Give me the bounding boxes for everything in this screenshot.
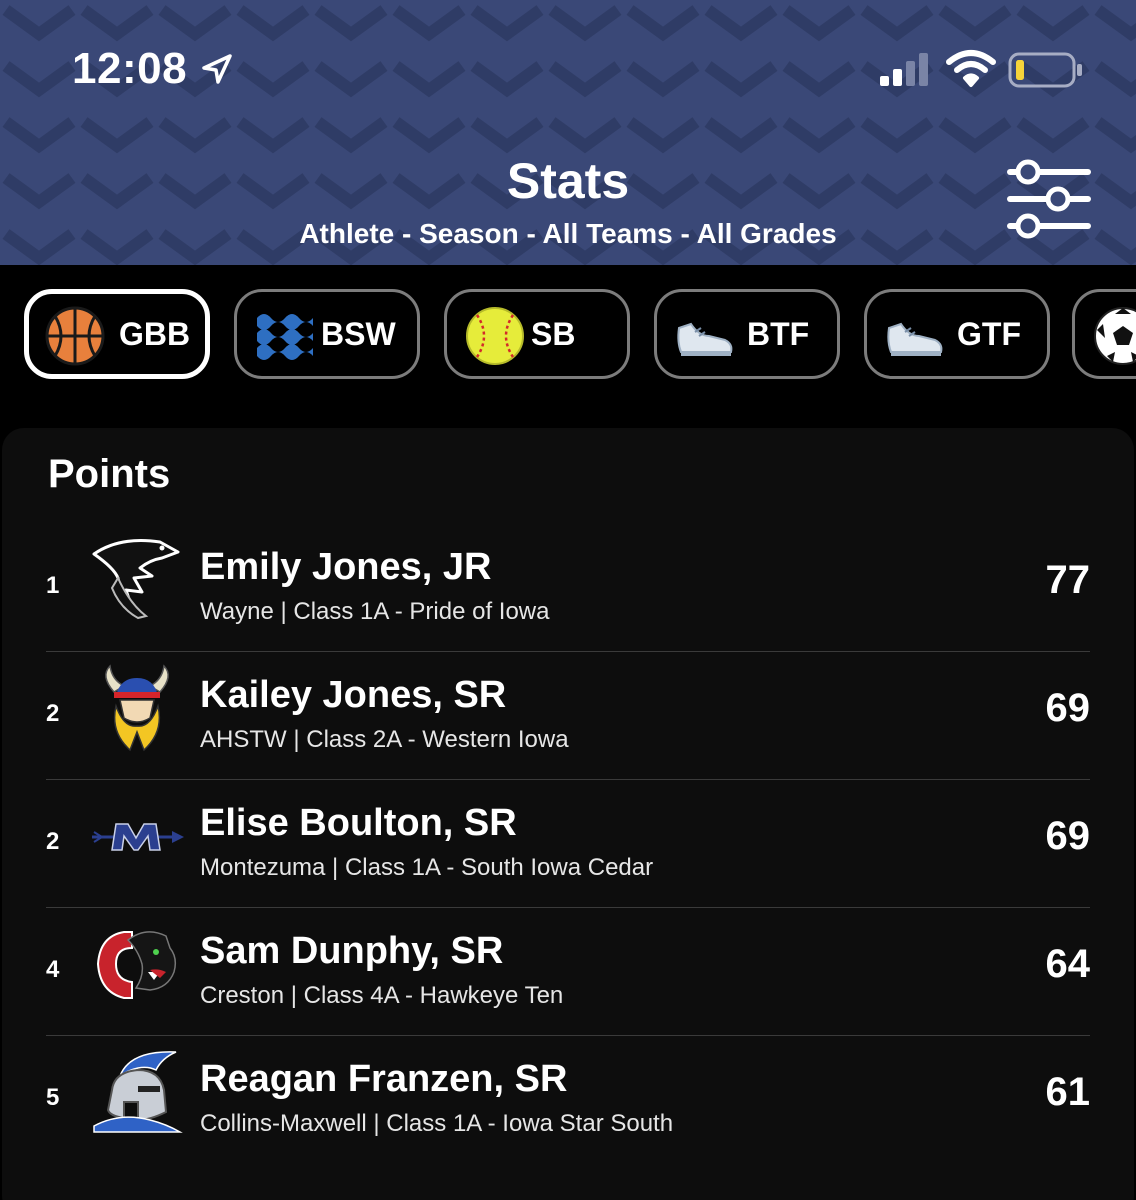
- athlete-team-detail: Creston | Class 4A - Hawkeye Ten: [200, 982, 564, 1009]
- viking-logo: [105, 664, 169, 752]
- softball-icon: [466, 307, 524, 365]
- sport-chip-gtf[interactable]: GTF: [864, 289, 1050, 379]
- sport-chip-label: BSW: [321, 316, 396, 352]
- athlete-team-detail: Wayne | Class 1A - Pride of Iowa: [200, 598, 550, 625]
- soccer-ball-icon: [1094, 307, 1136, 365]
- sport-chip-label: SB: [531, 316, 576, 352]
- stat-value: 64: [1045, 942, 1091, 986]
- location-arrow-icon: [202, 54, 232, 84]
- athlete-name: Reagan Franzen, SR: [200, 1058, 568, 1100]
- running-shoe-icon: [677, 322, 733, 356]
- panther-logo: [96, 931, 177, 999]
- leaderboard-row[interactable]: 1 Emily Jones, JR Wayne | Class 1A - Pri…: [46, 524, 1090, 652]
- sport-chip-sb[interactable]: SB: [444, 289, 630, 379]
- sport-chip-label: GBB: [119, 316, 191, 352]
- running-shoe-icon: [887, 322, 943, 356]
- leaderboard-row[interactable]: 4 Sam Dunphy, SR Creston | Class 4A - Ha…: [46, 908, 1090, 1036]
- waves-icon: [257, 314, 313, 360]
- sport-chip-gbb[interactable]: GBB: [24, 289, 210, 379]
- sport-filter-chips: GBB BSW SB BTF GTF: [0, 265, 1136, 425]
- sport-chip-btf[interactable]: BTF: [654, 289, 840, 379]
- status-time: 12:08: [72, 44, 188, 93]
- rank-number: 5: [46, 1084, 60, 1111]
- leaderboard-row[interactable]: 2 Kailey Jones, SR AHSTW | Class 2A - We…: [46, 652, 1090, 780]
- wifi-icon: [946, 50, 996, 87]
- leaderboard-row[interactable]: 5 Reagan Franzen, SR Collins-Maxwell | C…: [46, 1036, 1090, 1164]
- spear-m-logo: [92, 823, 184, 851]
- leaderboard-row[interactable]: 2 Elise Boulton, SR Montezuma | Class 1A…: [46, 780, 1090, 908]
- rank-number: 2: [46, 828, 60, 855]
- sport-chip-soccer[interactable]: [1072, 289, 1136, 379]
- sport-chip-bsw[interactable]: BSW: [234, 289, 420, 379]
- page-title: Stats: [506, 153, 630, 209]
- athlete-team-detail: AHSTW | Class 2A - Western Iowa: [200, 726, 569, 753]
- stat-value: 69: [1045, 814, 1091, 858]
- falcon-logo: [92, 539, 180, 620]
- athlete-name: Emily Jones, JR: [200, 546, 492, 588]
- header: 12:08 Stats Athlete - Season - All Teams…: [0, 0, 1136, 265]
- points-leaderboard-card: Points 1 Emily Jones, JR Wayne | Class 1…: [2, 428, 1134, 1200]
- stat-value: 61: [1045, 1070, 1091, 1114]
- athlete-name: Sam Dunphy, SR: [200, 930, 504, 972]
- rank-number: 1: [46, 572, 60, 599]
- rank-number: 2: [46, 700, 60, 727]
- spartan-logo: [93, 1051, 183, 1133]
- battery-low-icon: [1008, 52, 1082, 88]
- filter-sliders-icon[interactable]: [1006, 158, 1092, 240]
- athlete-name: Elise Boulton, SR: [200, 802, 517, 844]
- sport-chip-label: BTF: [747, 316, 810, 352]
- stat-value: 69: [1045, 686, 1091, 730]
- stat-category-title: Points: [48, 452, 171, 496]
- athlete-team-detail: Collins-Maxwell | Class 1A - Iowa Star S…: [200, 1110, 674, 1137]
- basketball-icon: [45, 306, 105, 366]
- sport-chip-label: GTF: [957, 316, 1021, 352]
- rank-number: 4: [46, 956, 60, 983]
- cellular-signal-icon: [880, 53, 928, 86]
- athlete-name: Kailey Jones, SR: [200, 674, 507, 716]
- athlete-team-detail: Montezuma | Class 1A - South Iowa Cedar: [200, 854, 654, 881]
- stat-value: 77: [1045, 558, 1091, 602]
- stats-filter-summary[interactable]: Athlete - Season - All Teams - All Grade…: [0, 218, 1136, 250]
